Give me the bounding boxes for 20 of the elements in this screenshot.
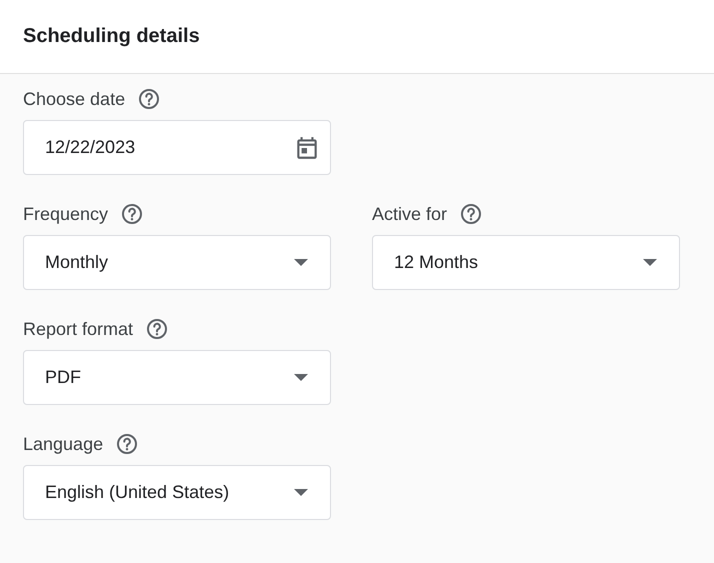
- field-label: Active for: [372, 204, 448, 224]
- help-icon[interactable]: [459, 202, 484, 226]
- dropdown[interactable]: PDF: [23, 350, 331, 405]
- dropdown[interactable]: Monthly: [23, 235, 331, 290]
- section-title: Scheduling details: [23, 25, 200, 48]
- caret-icon: [294, 489, 308, 496]
- caret-icon: [294, 374, 308, 381]
- dropdown[interactable]: 12 Months: [372, 235, 680, 290]
- help-icon[interactable]: [145, 317, 170, 341]
- caret-icon: [643, 259, 657, 266]
- field-label: Language: [23, 434, 104, 454]
- dropdown[interactable]: English (United States): [23, 465, 331, 520]
- caret-icon: [294, 259, 308, 266]
- field-label: Choose date: [23, 88, 126, 110]
- help-icon[interactable]: [120, 202, 144, 226]
- date-field[interactable]: 12/22/2023: [23, 120, 331, 175]
- field-label: Frequency: [23, 204, 108, 224]
- help-icon[interactable]: [137, 87, 162, 111]
- help-icon[interactable]: [115, 432, 140, 456]
- field-label: Report format: [23, 318, 134, 340]
